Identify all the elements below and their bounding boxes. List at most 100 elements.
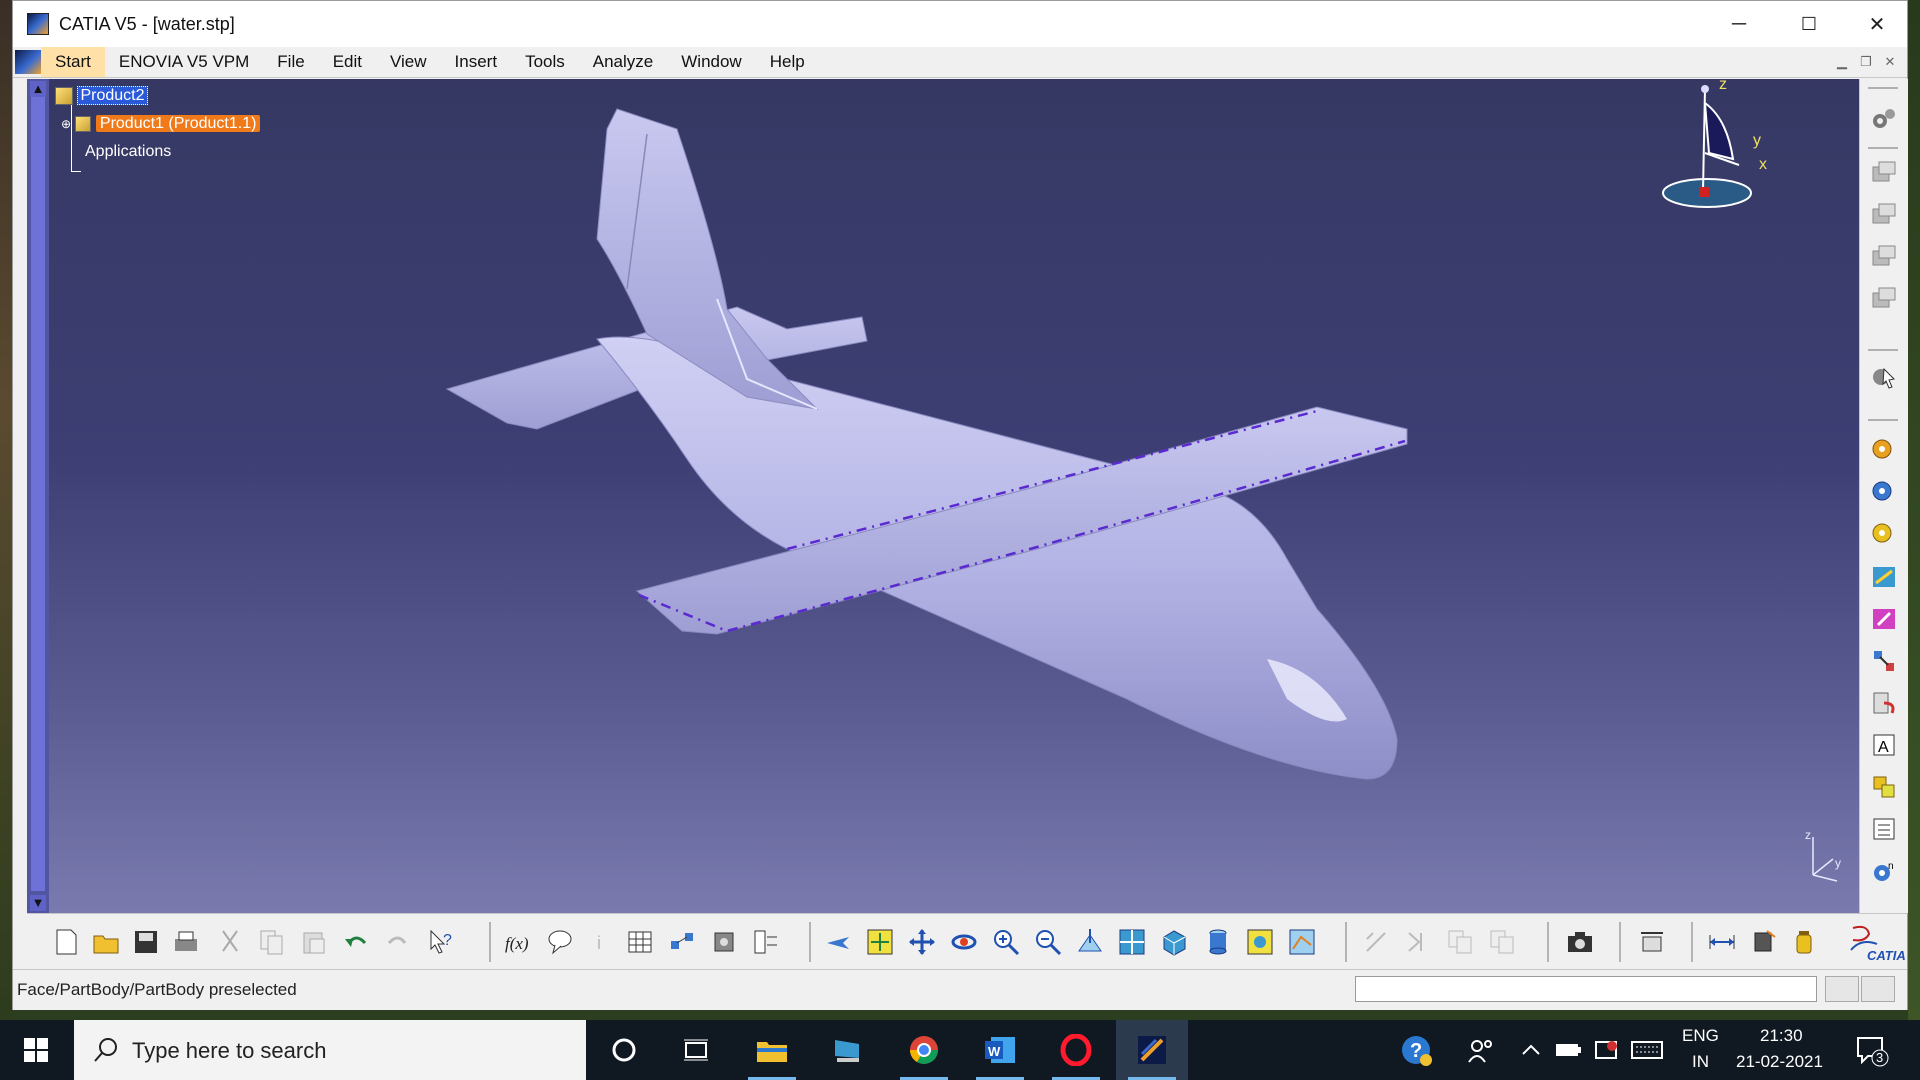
fly-mode-icon[interactable] [823,927,853,957]
bottle-analysis-icon[interactable] [1789,927,1819,957]
new-product-icon[interactable] [1870,243,1898,271]
task-view-button[interactable] [660,1020,732,1080]
comment-balloon-icon[interactable] [545,927,575,957]
taskbar-opera[interactable] [1040,1020,1112,1080]
taskbar-chrome[interactable] [888,1020,960,1080]
chevron-up-icon[interactable] [1520,1040,1542,1060]
angle-constraint-icon[interactable] [1870,563,1898,591]
camera-capture-icon[interactable] [1565,927,1595,957]
redo-icon[interactable] [383,927,413,957]
menu-help[interactable]: Help [756,47,819,77]
start-button[interactable] [0,1020,72,1080]
change-constraint-icon[interactable]: A [1870,731,1898,759]
paste-disabled-icon[interactable] [1487,927,1517,957]
shading-icon[interactable] [1203,927,1233,957]
menu-insert[interactable]: Insert [441,47,512,77]
assembly-constraint-icon[interactable] [1870,159,1898,187]
menu-tools[interactable]: Tools [511,47,579,77]
zoom-out-icon[interactable] [1033,927,1063,957]
normal-view-icon[interactable] [1075,927,1105,957]
taskbar-word[interactable]: W [964,1020,1036,1080]
offset-constraint-icon[interactable] [1870,519,1898,547]
doc-minimize-button[interactable]: ▁ [1831,51,1853,73]
network-icon[interactable] [1592,1036,1620,1064]
fit-all-in-icon[interactable] [865,927,895,957]
table-icon[interactable] [625,927,655,957]
gear-group-icon[interactable] [1870,105,1898,133]
formula-icon[interactable]: f(x) [503,927,533,957]
bill-of-material-icon[interactable] [1870,815,1898,843]
measure-inertia-icon[interactable] [1749,927,1779,957]
contact-constraint-icon[interactable] [1870,477,1898,505]
coincidence-constraint-icon[interactable] [1870,435,1898,463]
new-part-icon[interactable] [1870,285,1898,313]
reuse-pattern-icon[interactable] [1870,773,1898,801]
taskbar-this-pc[interactable] [812,1020,884,1080]
existing-component-icon[interactable] [1870,201,1898,229]
manipulate-cursor-icon[interactable] [1870,363,1898,391]
doc-restore-button[interactable]: ❐ [1855,51,1877,73]
menu-view[interactable]: View [376,47,441,77]
menu-file[interactable]: File [263,47,318,77]
close-button[interactable]: ✕ [1843,1,1911,47]
airplane-model[interactable] [27,79,1859,913]
catia-menu-logo-icon[interactable] [15,50,41,74]
copy-icon[interactable] [257,927,287,957]
maximize-button[interactable]: ☐ [1775,1,1843,47]
language-indicator[interactable]: ENG [1682,1026,1719,1046]
keyboard-icon[interactable] [1630,1038,1664,1062]
taskbar-file-explorer[interactable] [736,1020,808,1080]
menu-edit[interactable]: Edit [319,47,376,77]
design-table-icon[interactable] [667,927,697,957]
region-indicator[interactable]: IN [1692,1052,1709,1072]
rotate-icon[interactable] [949,927,979,957]
next-disabled-icon[interactable] [1403,927,1433,957]
info-icon[interactable]: i [587,927,617,957]
clock-date[interactable]: 21-02-2021 [1736,1052,1823,1072]
menu-window[interactable]: Window [667,47,755,77]
paste-icon[interactable] [299,927,329,957]
command-history-button[interactable] [1861,976,1895,1002]
quick-constraint-icon[interactable] [1870,689,1898,717]
fix-component-icon[interactable] [1870,605,1898,633]
tree-expand-icon[interactable] [751,927,781,957]
fix-together-icon[interactable] [1870,647,1898,675]
new-file-icon[interactable] [51,927,81,957]
update-disabled-icon[interactable] [1361,927,1391,957]
swap-visible-space-icon[interactable] [1287,927,1317,957]
notification-center-icon[interactable] [1854,1034,1890,1068]
command-list-button[interactable] [1825,976,1859,1002]
catalog-browser-icon[interactable] [709,927,739,957]
help-update-icon[interactable]: ? [1400,1034,1434,1068]
open-folder-icon[interactable] [91,927,121,957]
pan-icon[interactable] [907,927,937,957]
catia-app-icon[interactable] [27,13,49,35]
menu-enovia[interactable]: ENOVIA V5 VPM [105,47,263,77]
undo-icon[interactable] [341,927,371,957]
measure-item-icon[interactable] [1637,927,1667,957]
multi-view-icon[interactable] [1117,927,1147,957]
print-icon[interactable] [171,927,201,957]
taskbar-search-box[interactable]: Type here to search [74,1020,586,1080]
people-icon[interactable] [1466,1036,1496,1066]
command-input[interactable] [1355,976,1817,1002]
whats-this-help-icon[interactable]: ? [425,927,455,957]
battery-icon[interactable] [1554,1038,1582,1062]
save-icon[interactable] [131,927,161,957]
menu-start[interactable]: Start [41,47,105,77]
hide-show-icon[interactable] [1245,927,1275,957]
copy-disabled-icon[interactable] [1445,927,1475,957]
clock-time[interactable]: 21:30 [1760,1026,1803,1046]
taskbar-catia[interactable] [1116,1020,1188,1080]
menu-analyze[interactable]: Analyze [579,47,667,77]
3d-viewport[interactable]: ▲ ▼ Product2 ⊕ Product1 (Product1.1) App… [27,79,1859,913]
measure-between-icon[interactable] [1707,927,1737,957]
compass-widget[interactable]: z y x [1647,79,1777,219]
zoom-in-icon[interactable] [991,927,1021,957]
iso-view-icon[interactable] [1159,927,1189,957]
analysis-gear-icon[interactable]: n [1870,857,1898,885]
cut-icon[interactable] [215,927,245,957]
cortana-button[interactable] [588,1020,660,1080]
doc-close-button[interactable]: ✕ [1879,51,1901,73]
minimize-button[interactable]: ─ [1705,1,1773,47]
